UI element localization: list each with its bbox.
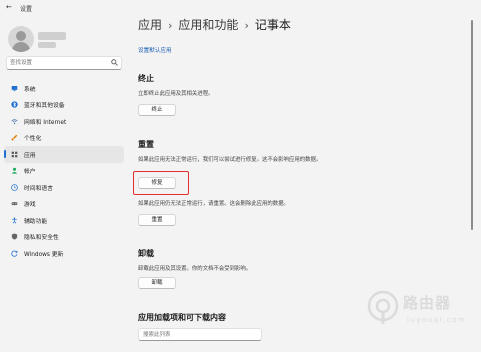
sidebar-item-3[interactable]: 个性化 [4,130,124,147]
sidebar-item-4[interactable]: 应用 [4,146,124,163]
person-icon [11,167,24,174]
brush-icon [11,134,24,141]
wifi-icon [11,118,24,125]
chevron-right-icon: › [168,19,173,32]
email-blurred [38,42,56,48]
sidebar-item-label: 应用 [24,152,36,159]
repair-description: 如果此应用无法正常运行，我们可以尝试进行修复。这不会影响应用的数据。 [138,157,322,163]
sidebar-item-label: 时间和语言 [24,185,53,192]
sidebar-item-0[interactable]: 系统 [4,80,124,97]
uninstall-description: 卸载此应用及其设置。你的文档不会受到影响。 [138,266,252,272]
uninstall-heading: 卸载 [138,249,154,258]
sidebar-item-label: 蓝牙和其他设备 [24,103,65,110]
monitor-icon [11,85,24,92]
reset-button[interactable]: 重置 [138,214,176,226]
repair-button[interactable]: 修复 [138,177,176,189]
back-arrow-icon[interactable]: ← [6,3,12,11]
sidebar-item-6[interactable]: 时间和语言 [4,179,124,196]
watermark: 路由器 luyouqi.com [367,290,477,338]
chevron-right-icon: › [244,19,249,32]
settings-search-input[interactable] [10,58,108,68]
terminate-button[interactable]: 终止 [138,104,176,116]
accessibility-icon [11,217,24,224]
sidebar-nav: 系统蓝牙和其他设备 网络和 Internet 个性化应用帐户时间和语言游戏辅助功能隐… [4,80,124,262]
title-bar: ← 设置 [0,0,481,16]
sidebar-item-label: 隐私和安全性 [24,235,59,242]
settings-search-box[interactable] [6,56,122,70]
page-title: 记事本 [254,18,291,32]
window-title: 设置 [20,6,33,13]
sidebar-item-label: 帐户 [24,169,36,176]
uninstall-button[interactable]: 卸载 [138,277,176,289]
sidebar-item-10[interactable]: Windows 更新 [4,245,124,262]
terminate-heading: 终止 [138,74,154,83]
breadcrumb-apps-features[interactable]: 应用和功能 [178,18,238,32]
avatar [8,26,34,52]
terminate-description: 立即终止此应用及其相关进程。 [138,91,214,97]
sidebar-item-label: Windows 更新 [24,251,64,258]
sidebar-item-7[interactable]: 游戏 [4,196,124,213]
shield-icon [11,233,24,240]
watermark-logo [367,290,399,324]
sidebar-item-1[interactable]: 蓝牙和其他设备 [4,97,124,114]
update-icon [11,250,24,257]
apps-icon [11,151,24,158]
globe-clock-icon [11,183,24,191]
sidebar-item-9[interactable]: 隐私和安全性 [4,229,124,246]
scrollbar[interactable] [471,20,473,230]
watermark-text: 路由器 [403,294,452,312]
sidebar-item-label: 游戏 [24,202,36,209]
breadcrumb: 应用 › 应用和功能 › 记事本 [138,16,291,33]
set-default-apps-link[interactable]: 设置默认应用 [138,46,172,54]
sidebar-item-8[interactable]: 辅助功能 [4,212,124,229]
addons-search-input[interactable] [143,330,253,340]
sidebar: 系统蓝牙和其他设备网络和 Internet 个性化应用帐户时间和语言游戏辅助功能隐… [0,16,128,352]
game-controller-icon [11,200,24,207]
addons-search-box[interactable] [138,328,262,341]
bluetooth-icon [11,101,24,108]
sidebar-item-2[interactable]: 网络和 Internet [4,113,124,130]
breadcrumb-apps[interactable]: 应用 [138,18,162,32]
sidebar-item-label: 系统 [24,86,36,93]
addons-heading: 应用加载项和可下载内容 [138,313,226,322]
reset-heading: 重置 [138,140,154,149]
watermark-url: luyouqi.com [407,316,467,324]
search-icon[interactable] [111,59,118,66]
sidebar-item-label: 个性化 [24,136,42,143]
username-blurred [38,32,66,40]
sidebar-item-label: 辅助功能 [24,218,48,225]
reset-description: 如果此应用仍无法正常运行，请重置。这会删除此应用的数据。 [138,201,289,207]
sidebar-item-5[interactable]: 帐户 [4,163,124,180]
sidebar-item-label: 网络和 Internet [24,119,67,126]
